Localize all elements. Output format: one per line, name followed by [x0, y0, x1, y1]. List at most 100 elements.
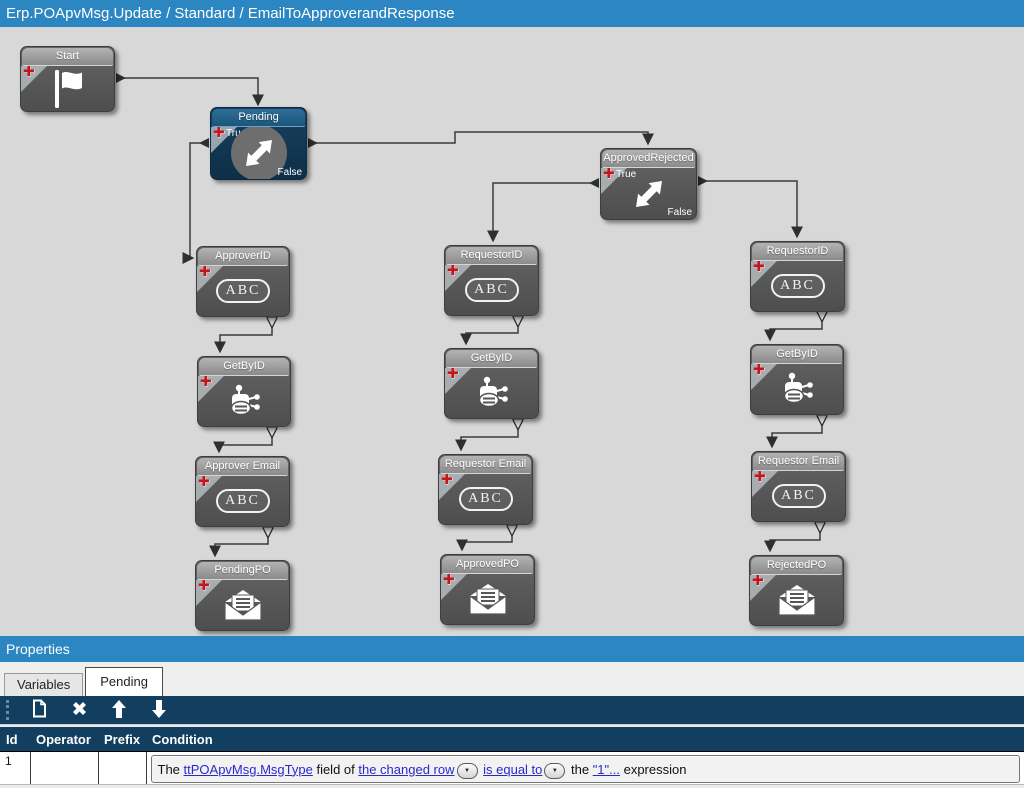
add-icon: ✚: [753, 261, 765, 275]
workflow-node-get-by-id-3[interactable]: GetByID✚: [750, 344, 844, 415]
toolbar-grip-handle[interactable]: [6, 700, 12, 720]
move-down-button[interactable]: [142, 698, 176, 722]
cell-prefix: [98, 752, 146, 787]
node-title: ApprovedRejected: [602, 150, 695, 168]
condition-rowsource-dropdown[interactable]: ▼: [457, 763, 478, 779]
flag-icon: [47, 67, 89, 111]
email-envelope-icon: [774, 583, 820, 617]
workflow-node-requestor-email-1[interactable]: Requestor Email✚ABC: [438, 454, 533, 525]
node-title: RequestorID: [446, 247, 537, 265]
chevron-down-icon: ▼: [552, 768, 558, 774]
properties-panel-header: Properties: [0, 636, 1024, 662]
node-body: ✚: [751, 364, 843, 414]
method-call-icon: [777, 369, 817, 409]
properties-title: Properties: [6, 641, 70, 657]
condition-value-link[interactable]: "1"...: [593, 762, 620, 777]
abc-field-icon: ABC: [771, 274, 825, 298]
add-icon: ✚: [603, 168, 615, 182]
grid-header-row: Id Operator Prefix Condition: [0, 727, 1024, 752]
workflow-node-get-by-id-1[interactable]: GetByID✚: [197, 356, 291, 427]
node-body: ✚: [198, 376, 290, 426]
node-body: ✚ ABC: [752, 471, 845, 521]
node-title: GetByID: [752, 346, 842, 364]
window-title: Erp.POApvMsg.Update / Standard / EmailTo…: [6, 5, 455, 22]
node-title: ApproverID: [198, 248, 288, 266]
node-title: Pending: [212, 109, 305, 127]
conditions-toolbar: [0, 696, 1024, 724]
node-body: ✚ ABC: [751, 261, 844, 311]
node-body: ✚: [21, 66, 114, 111]
delete-row-button[interactable]: [62, 698, 96, 722]
workflow-node-approver-email[interactable]: Approver Email✚ABC: [195, 456, 290, 527]
workflow-node-requestor-id-1[interactable]: RequestorID✚ABC: [444, 245, 539, 316]
abc-field-icon: ABC: [459, 487, 513, 511]
add-icon: ✚: [447, 368, 459, 382]
add-icon: ✚: [443, 574, 455, 588]
connector-lines: [0, 27, 1024, 636]
column-header-operator: Operator: [30, 727, 98, 752]
condition-row-1[interactable]: 1 The ttPOApvMsg.MsgType field of the ch…: [0, 752, 1024, 787]
false-branch-label: False: [278, 167, 302, 178]
condition-text: field of: [313, 762, 359, 777]
workflow-node-pending[interactable]: Pending✚TrueFalse: [210, 107, 307, 180]
node-body: ✚: [445, 368, 538, 418]
condition-rowsource-link[interactable]: the changed row: [358, 762, 454, 777]
method-call-icon: [472, 373, 512, 413]
window-title-bar: Erp.POApvMsg.Update / Standard / EmailTo…: [0, 0, 1024, 27]
workflow-node-pending-po[interactable]: PendingPO✚: [195, 560, 290, 631]
abc-field-icon: ABC: [216, 279, 270, 303]
workflow-node-requestor-email-2[interactable]: Requestor Email✚ ABC: [751, 451, 846, 522]
conditions-grid: Id Operator Prefix Condition 1 The ttPOA…: [0, 727, 1024, 787]
workflow-node-approved-rejected[interactable]: ApprovedRejected✚TrueFalse: [600, 148, 697, 220]
node-body: ✚ABC: [439, 474, 532, 524]
node-body: ✚: [441, 574, 534, 624]
condition-operator-link[interactable]: is equal to: [483, 762, 542, 777]
workflow-node-rejected-po[interactable]: RejectedPO✚: [749, 555, 844, 626]
cell-operator: [30, 752, 98, 787]
node-title: Approver Email: [197, 458, 288, 476]
move-up-button[interactable]: [102, 698, 136, 722]
workflow-node-start[interactable]: Start✚: [20, 46, 115, 112]
node-title: ApprovedPO: [442, 556, 533, 574]
condition-text: The: [158, 762, 184, 777]
condition-text: expression: [620, 762, 686, 777]
abc-field-icon: ABC: [772, 484, 826, 508]
add-icon: ✚: [754, 471, 766, 485]
cell-id: 1: [0, 752, 30, 787]
node-title: Start: [22, 48, 113, 66]
column-header-id: Id: [0, 727, 30, 752]
new-row-button[interactable]: [22, 698, 56, 722]
column-header-condition: Condition: [146, 727, 1024, 752]
workflow-node-requestor-id-2[interactable]: RequestorID✚ABC: [750, 241, 845, 312]
condition-operator-dropdown[interactable]: ▼: [544, 763, 565, 779]
node-body: ✚ABC: [196, 476, 289, 526]
node-title: RejectedPO: [751, 557, 842, 575]
bpm-designer-window: Erp.POApvMsg.Update / Standard / EmailTo…: [0, 0, 1024, 788]
abc-field-icon: ABC: [465, 278, 519, 302]
add-icon: ✚: [752, 575, 764, 589]
node-title: PendingPO: [197, 562, 288, 580]
node-title: Requestor Email: [753, 453, 844, 471]
workflow-canvas[interactable]: Start✚Pending✚TrueFalseApprovedRejected✚…: [0, 27, 1024, 636]
node-body: ✚ABC: [445, 265, 538, 315]
panel-bottom-strip: [0, 784, 1024, 788]
workflow-node-approved-po[interactable]: ApprovedPO✚: [440, 554, 535, 625]
tab-variables[interactable]: Variables: [4, 673, 83, 696]
condition-text: the: [567, 762, 592, 777]
add-icon: ✚: [213, 127, 225, 141]
cell-condition: The ttPOApvMsg.MsgType field of the chan…: [146, 752, 1024, 787]
abc-field-icon: ABC: [216, 489, 270, 513]
node-body: ✚ABC: [197, 266, 289, 316]
arrow-down-icon: [152, 700, 166, 721]
workflow-node-approver-id[interactable]: ApproverID✚ABC: [196, 246, 290, 317]
add-icon: ✚: [200, 376, 212, 390]
column-header-prefix: Prefix: [98, 727, 146, 752]
false-branch-label: False: [668, 207, 692, 218]
tab-pending[interactable]: Pending: [85, 667, 163, 696]
workflow-node-get-by-id-2[interactable]: GetByID✚: [444, 348, 539, 419]
delete-x-icon: [71, 700, 88, 720]
condition-field-link[interactable]: ttPOApvMsg.MsgType: [184, 762, 313, 777]
node-body: ✚TrueFalse: [211, 127, 306, 179]
add-icon: ✚: [753, 364, 765, 378]
condition-editor[interactable]: The ttPOApvMsg.MsgType field of the chan…: [151, 755, 1021, 783]
